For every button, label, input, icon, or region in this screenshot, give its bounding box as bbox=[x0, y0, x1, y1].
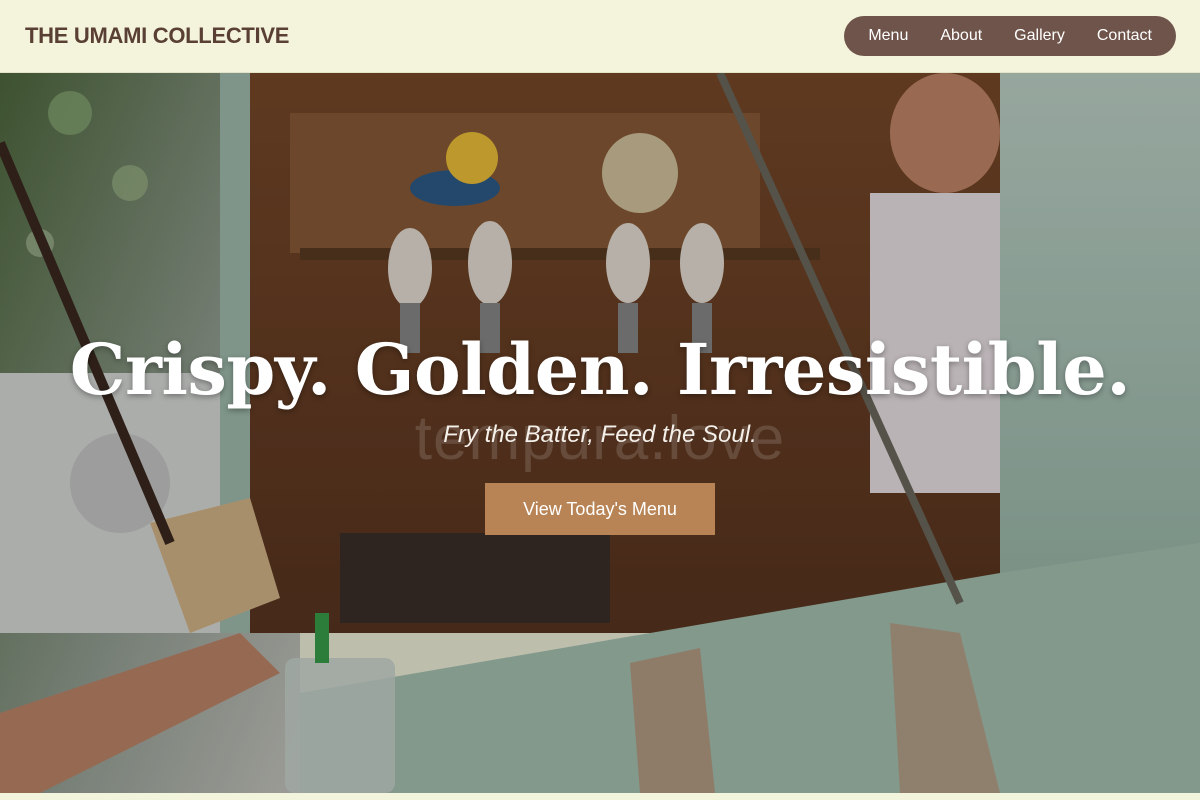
site-header: THE UMAMI COLLECTIVE Menu About Gallery … bbox=[0, 0, 1200, 73]
nav-link-menu[interactable]: Menu bbox=[852, 16, 924, 56]
hero-subtitle: Fry the Batter, Feed the Soul. bbox=[443, 421, 757, 448]
hero-title: Crispy. Golden. Irresistible. bbox=[69, 328, 1131, 411]
hero-section: tempura.love Crispy. Golden. Irresistibl… bbox=[0, 73, 1200, 793]
nav-link-gallery[interactable]: Gallery bbox=[998, 16, 1081, 56]
view-menu-button[interactable]: View Today's Menu bbox=[485, 483, 715, 535]
main-nav: Menu About Gallery Contact bbox=[844, 16, 1176, 56]
nav-link-about[interactable]: About bbox=[924, 16, 998, 56]
brand-logo-text[interactable]: THE UMAMI COLLECTIVE bbox=[25, 23, 289, 49]
page-bottom-edge bbox=[0, 793, 1200, 800]
nav-link-contact[interactable]: Contact bbox=[1081, 16, 1168, 56]
